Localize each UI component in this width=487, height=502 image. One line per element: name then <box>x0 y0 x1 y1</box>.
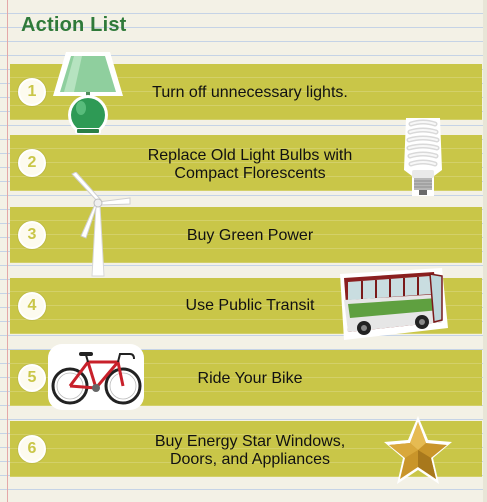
bicycle-icon <box>48 344 144 410</box>
page-title: Action List <box>21 14 127 36</box>
item-label-6-line-1: Buy Energy Star Windows, <box>154 433 346 450</box>
item-number-1: 1 <box>18 78 46 106</box>
item-label-4: Use Public Transit <box>185 297 315 314</box>
item-label-6: Buy Energy Star Windows, Doors, and Appl… <box>110 433 390 469</box>
item-label-6-line-2: Doors, and Appliances <box>169 451 331 468</box>
item-number-2: 2 <box>18 149 46 177</box>
item-number-6: 6 <box>18 435 46 463</box>
item-label-3: Buy Green Power <box>186 227 314 244</box>
item-label-2-line-1: Replace Old Light Bulbs with <box>147 147 353 164</box>
wind-turbine-icon <box>66 172 132 278</box>
cfl-bulb-icon <box>398 116 448 200</box>
bus-icon <box>338 266 450 346</box>
item-label-1: Turn off unnecessary lights. <box>152 84 348 101</box>
star-icon <box>382 414 454 486</box>
item-label-2-line-2: Compact Florescents <box>174 165 326 182</box>
item-number-4: 4 <box>18 292 46 320</box>
item-label-5: Ride Your Bike <box>197 370 303 387</box>
item-label-2: Replace Old Light Bulbs with Compact Flo… <box>110 147 390 183</box>
item-number-3: 3 <box>18 221 46 249</box>
lamp-icon <box>52 52 124 136</box>
item-number-5: 5 <box>18 364 46 392</box>
